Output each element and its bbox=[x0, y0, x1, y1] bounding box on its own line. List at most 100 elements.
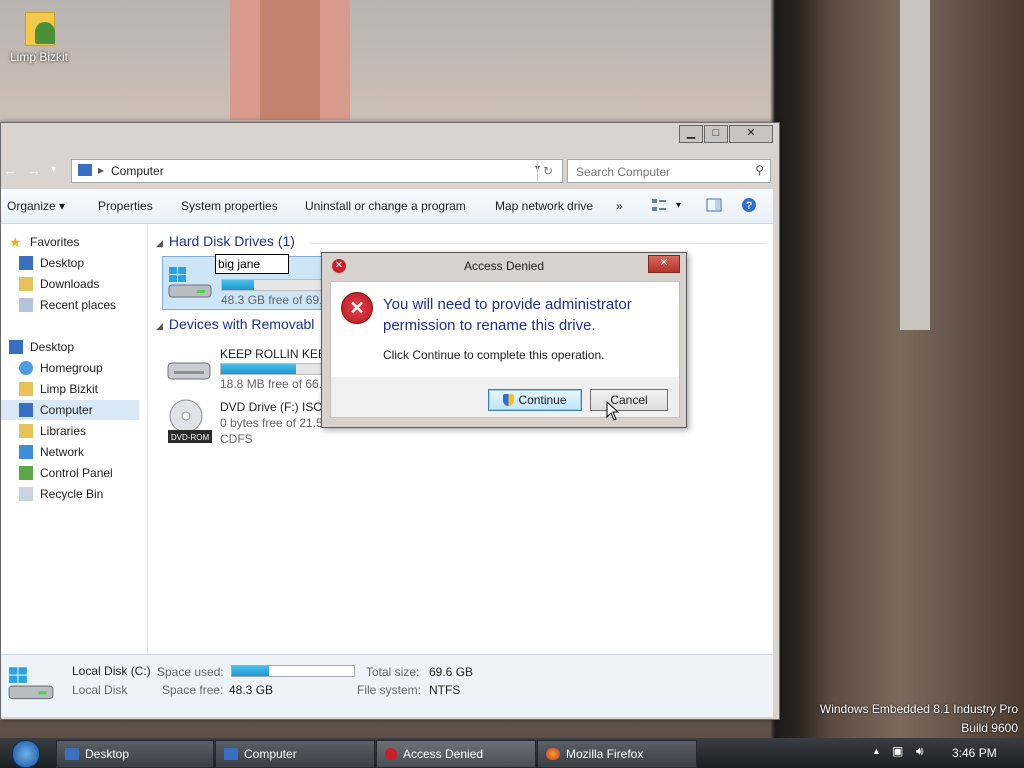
more-commands-button[interactable]: » bbox=[616, 199, 623, 213]
nav-libraries-label: Libraries bbox=[40, 424, 87, 438]
nav-recent-places[interactable]: Recent places bbox=[19, 295, 116, 315]
error-small-icon: ✕ bbox=[332, 259, 346, 273]
nav-favorites-label: Favorites bbox=[30, 235, 80, 249]
nav-computer[interactable]: Computer bbox=[1, 400, 139, 420]
nav-recent-label: Recent places bbox=[40, 298, 117, 312]
continue-button[interactable]: Continue bbox=[488, 389, 582, 411]
user-folder-icon bbox=[21, 6, 57, 46]
taskbar-item-firefox[interactable]: Mozilla Firefox bbox=[537, 740, 697, 768]
group-hdd-label: Hard Disk Drives (1) bbox=[168, 233, 295, 249]
search-input[interactable] bbox=[574, 162, 748, 182]
removable-drive-icon bbox=[167, 362, 211, 380]
refresh-icon[interactable]: ↻ bbox=[537, 161, 558, 181]
details-space-free-label: Space free: bbox=[162, 683, 224, 697]
collapse-triangle-icon[interactable]: ◢ bbox=[156, 238, 163, 248]
drive-free-text: 18.8 MB free of 66.9 bbox=[220, 377, 329, 391]
address-bar[interactable]: ▸ Computer ▾ bbox=[71, 159, 563, 183]
start-button[interactable] bbox=[6, 738, 46, 768]
nav-homegroup[interactable]: Homegroup bbox=[19, 358, 103, 378]
hard-drive-icon bbox=[168, 267, 212, 298]
dvd-rom-badge: DVD-ROM bbox=[171, 433, 210, 442]
drive-name: DVD Drive (F:) ISOIN bbox=[220, 400, 335, 414]
breadcrumb-chevron-icon[interactable]: ▸ bbox=[98, 163, 104, 177]
cancel-button[interactable]: Cancel bbox=[590, 389, 668, 411]
firefox-icon bbox=[546, 748, 560, 760]
group-hard-disk-drives[interactable]: ◢ Hard Disk Drives (1) bbox=[156, 233, 295, 249]
properties-button[interactable]: Properties bbox=[98, 199, 153, 213]
search-box[interactable]: ⚲ bbox=[567, 159, 771, 183]
map-network-drive-button[interactable]: Map network drive bbox=[495, 199, 593, 213]
search-icon[interactable]: ⚲ bbox=[755, 163, 764, 177]
organize-button[interactable]: Organize ▾ bbox=[7, 199, 65, 213]
window-titlebar[interactable]: ▁ □ ✕ bbox=[1, 123, 779, 143]
control-panel-icon bbox=[19, 466, 33, 480]
computer-icon bbox=[224, 748, 238, 760]
star-icon: ★ bbox=[9, 234, 22, 250]
maximize-button[interactable]: □ bbox=[704, 125, 728, 143]
details-usage-fill bbox=[232, 666, 270, 676]
nav-downloads[interactable]: Downloads bbox=[19, 274, 99, 294]
nav-control-panel[interactable]: Control Panel bbox=[19, 463, 113, 483]
organize-label: Organize bbox=[7, 199, 56, 213]
nav-network[interactable]: Network bbox=[19, 442, 84, 462]
windows-orb-icon bbox=[12, 740, 40, 768]
downloads-folder-icon bbox=[19, 277, 33, 291]
nav-favorites[interactable]: ★ Favorites bbox=[9, 232, 79, 252]
homegroup-icon bbox=[19, 361, 33, 375]
drive-tile-keep-rollin[interactable]: KEEP ROLLIN KEEP 18.8 MB free of 66.9 bbox=[162, 341, 334, 393]
help-icon[interactable]: ? bbox=[741, 197, 757, 213]
nav-limp-bizkit[interactable]: Limp Bizkit bbox=[19, 379, 98, 399]
taskbar-item-label: Access Denied bbox=[403, 747, 484, 761]
volume-icon[interactable]: 🔊︎ bbox=[916, 744, 924, 759]
uac-shield-icon bbox=[503, 394, 515, 406]
clock[interactable]: 3:46 PM bbox=[952, 746, 997, 760]
dialog-close-button[interactable]: ✕ bbox=[648, 255, 680, 273]
dialog-footer: Continue Cancel bbox=[330, 377, 680, 418]
breadcrumb-computer[interactable]: Computer bbox=[111, 164, 164, 178]
system-properties-button[interactable]: System properties bbox=[181, 199, 278, 213]
nav-fav-desktop[interactable]: Desktop bbox=[19, 253, 84, 273]
group-divider bbox=[310, 243, 765, 244]
forward-icon[interactable]: → bbox=[27, 161, 45, 179]
desktop-icon-limp-bizkit[interactable]: Limp Bizkit bbox=[6, 6, 72, 64]
view-dropdown-icon[interactable]: ▾ bbox=[676, 200, 681, 211]
drive-tile-dvd[interactable]: DVD-ROM DVD Drive (F:) ISOIN 0 bytes fre… bbox=[162, 394, 335, 464]
collapse-triangle-icon[interactable]: ◢ bbox=[156, 321, 163, 331]
computer-icon bbox=[19, 403, 33, 417]
back-icon[interactable]: ← bbox=[3, 161, 21, 179]
nav-desktop[interactable]: Desktop bbox=[9, 337, 74, 357]
access-denied-dialog: ✕ Access Denied ✕ ✕ You will need to pro… bbox=[321, 252, 687, 428]
taskbar-item-access-denied[interactable]: Access Denied bbox=[376, 740, 536, 768]
close-button[interactable]: ✕ bbox=[729, 125, 773, 143]
network-icon bbox=[19, 445, 33, 459]
error-icon: ✕ bbox=[341, 292, 373, 324]
navigation-pane: ★ Favorites Desktop Downloads Recent plac… bbox=[1, 224, 148, 654]
nav-recycle-bin[interactable]: Recycle Bin bbox=[19, 484, 103, 504]
view-options-icon[interactable] bbox=[651, 197, 667, 213]
rename-drive-input[interactable] bbox=[215, 254, 289, 274]
group-removable-devices[interactable]: ◢ Devices with Removabl bbox=[156, 316, 314, 332]
dialog-main-instruction: You will need to provide administrator p… bbox=[383, 296, 632, 334]
desktop-icon bbox=[19, 256, 33, 270]
desktop-icon bbox=[65, 748, 79, 760]
details-space-used-label: Space used: bbox=[157, 665, 224, 679]
taskbar: Desktop Computer Access Denied Mozilla F… bbox=[0, 738, 1024, 768]
uninstall-program-button[interactable]: Uninstall or change a program bbox=[305, 199, 466, 213]
details-pane: Local Disk (C:) Local Disk Space used: S… bbox=[1, 654, 773, 717]
taskbar-item-desktop[interactable]: Desktop bbox=[56, 740, 214, 768]
nav-control-panel-label: Control Panel bbox=[40, 466, 113, 480]
details-total-size-value: 69.6 GB bbox=[429, 665, 474, 679]
network-icon[interactable]: ▣ bbox=[892, 744, 903, 758]
taskbar-item-label: Desktop bbox=[85, 747, 130, 761]
show-hidden-icons-icon[interactable]: ▲ bbox=[872, 746, 881, 756]
drive-usage-meter bbox=[220, 363, 326, 375]
dialog-titlebar[interactable]: ✕ Access Denied ✕ bbox=[322, 253, 686, 279]
preview-pane-icon[interactable] bbox=[706, 197, 722, 213]
command-bar: Organize ▾ Properties System properties … bbox=[1, 189, 773, 224]
minimize-button[interactable]: ▁ bbox=[679, 125, 703, 143]
taskbar-item-computer[interactable]: Computer bbox=[215, 740, 375, 768]
recent-pages-chevron-icon[interactable]: ▾ bbox=[51, 161, 69, 179]
nav-libraries[interactable]: Libraries bbox=[19, 421, 86, 441]
nav-desktop-label: Desktop bbox=[30, 340, 75, 354]
dvd-drive-icon: DVD-ROM bbox=[168, 399, 212, 443]
